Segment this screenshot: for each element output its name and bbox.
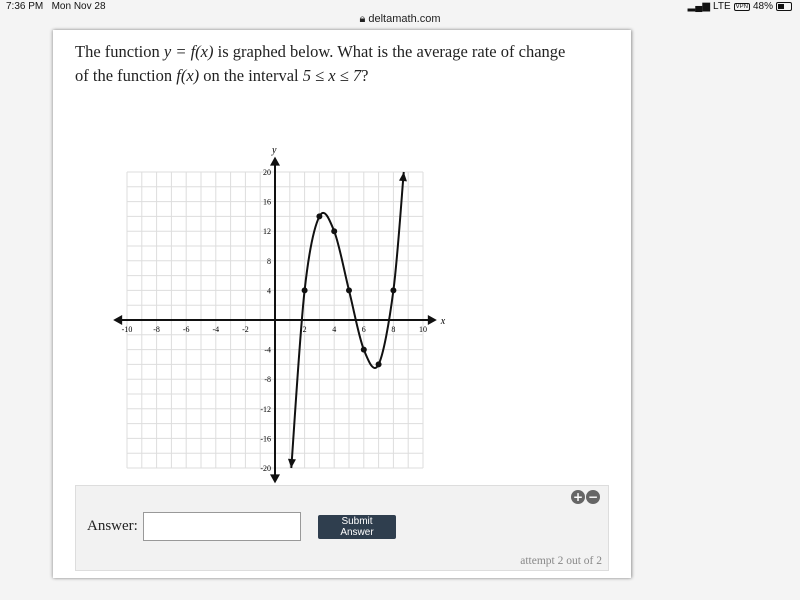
battery-percent: 48% [752,1,773,12]
submit-answer-button[interactable]: Submit Answer [318,515,396,539]
y-tick-label: -4 [264,346,271,355]
status-icons: ▂▄▆ LTE VPN 48% [688,1,792,12]
answer-input[interactable] [143,512,301,541]
x-tick-label: -8 [153,325,160,334]
data-point [301,287,308,294]
address-bar[interactable]: 🔒︎ deltamath.com [0,13,800,26]
x-tick-label: 2 [303,325,307,334]
data-point [346,287,352,294]
answer-label: Answer: [87,518,138,534]
y-tick-label: -16 [260,434,271,443]
y-tick-label: 16 [263,198,271,207]
answer-panel: + − Answer: Submit Answer attempt 2 out … [75,485,609,571]
y-tick-label: 8 [267,257,271,266]
url-text: deltamath.com [368,13,441,25]
x-tick-label: -2 [242,325,249,334]
y-axis-label: y [271,145,277,156]
zoom-in-icon[interactable]: + [571,490,585,504]
data-point [316,213,323,220]
x-tick-label: -6 [183,325,190,334]
data-point [360,346,367,353]
status-bar: 7:36 PM Mon Nov 28 ▂▄▆ LTE VPN 48% [0,0,800,14]
zoom-controls: + − [571,490,600,504]
attempt-counter: attempt 2 out of 2 [520,555,602,567]
curve-arrow [287,458,296,468]
x-tick-label: -10 [122,325,133,334]
x-tick-label: 4 [332,325,336,334]
vpn-badge: VPN [733,2,750,11]
function-graph: x y -10 -8 -6 -4 -2 2 4 6 8 10 20 16 12 8 4 -4 -8 -12 -16 -20 [113,145,446,484]
x-tick-label: 6 [362,325,366,334]
data-point [331,228,338,235]
zoom-out-icon[interactable]: − [586,490,600,504]
y-tick-label: 4 [267,286,271,295]
lock-icon: 🔒︎ [359,13,366,25]
question-card: The function y = f(x) is graphed below. … [53,30,631,578]
battery-icon [776,2,792,11]
question-text: The function y = f(x) is graphed below. … [75,42,566,85]
y-tick-label: -12 [260,405,271,414]
y-tick-label: -8 [264,375,271,384]
signal-icon: ▂▄▆ [687,1,711,12]
status-time: 7:36 PM Mon Nov 28 [6,1,106,12]
x-tick-label: 10 [419,325,427,334]
x-tick-label: -4 [212,325,219,334]
y-tick-label: 12 [263,227,271,236]
x-axis-label: x [440,316,446,327]
data-point [375,361,382,368]
carrier: LTE [713,1,731,12]
y-tick-label: -20 [260,464,271,473]
x-tick-label: 8 [391,325,395,334]
data-point [390,287,397,294]
y-tick-label: 20 [263,168,271,177]
